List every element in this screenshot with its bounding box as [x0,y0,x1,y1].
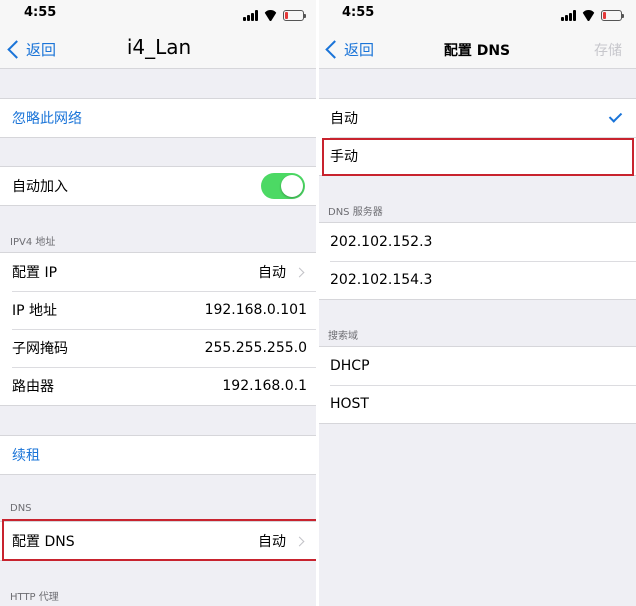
chevron-right-icon [294,267,305,277]
chevron-right-icon [294,536,305,546]
battery-icon [601,10,624,21]
router-value: 192.168.0.1 [222,378,307,394]
search-domain-row[interactable]: DHCP [318,347,636,385]
battery-icon [283,10,306,21]
forget-network-group: 忽略此网络 [0,98,318,138]
toggle-knob [281,175,303,197]
subnet-mask-value: 255.255.255.0 [204,340,307,356]
forget-network-button[interactable]: 忽略此网络 [0,99,318,137]
dns-group: 配置 DNS 自动 [0,521,318,561]
status-time: 4:55 [342,5,375,20]
status-time: 4:55 [24,5,57,20]
http-proxy-section-header: HTTP 代理 [10,592,59,603]
configure-ip-value: 自动 [258,265,286,281]
dns-mode-manual[interactable]: 手动 [318,137,636,175]
search-domains-section-header: 搜索域 [328,331,358,342]
signal-icon [243,10,258,21]
status-bar: 4:55 [318,0,636,28]
auto-join-group: 自动加入 [0,166,318,206]
wifi-icon [581,10,596,21]
network-title: i4_Lan [126,35,192,59]
status-bar: 4:55 [0,0,318,28]
dns-mode-automatic-label: 自动 [330,111,358,127]
subnet-mask-row: 子网掩码 255.255.255.0 [0,329,318,367]
configure-dns-row[interactable]: 配置 DNS 自动 [0,522,318,560]
configure-dns-value: 自动 [258,534,286,550]
configure-ip-row[interactable]: 配置 IP 自动 [0,253,318,291]
configure-ip-label: 配置 IP [12,265,58,281]
renew-lease-label: 续租 [12,448,40,464]
router-label: 路由器 [12,379,54,395]
forget-network-label: 忽略此网络 [12,111,82,127]
ip-address-value: 192.168.0.101 [204,302,307,318]
router-row: 路由器 192.168.0.1 [0,367,318,405]
dns-server-value: 202.102.154.3 [330,272,433,288]
wifi-icon [263,10,278,21]
wifi-detail-screen: 4:55 返回 i4_Lan 忽略此网络 自动加入 IPV4 地址 配置 IP … [0,0,318,606]
ip-address-row: IP 地址 192.168.0.101 [0,291,318,329]
renew-lease-group: 续租 [0,435,318,475]
signal-icon [561,10,576,21]
renew-lease-button[interactable]: 续租 [0,436,318,474]
dns-servers-section-header: DNS 服务器 [328,207,383,218]
dns-mode-automatic[interactable]: 自动 [318,99,636,137]
auto-join-label: 自动加入 [12,179,68,195]
auto-join-row: 自动加入 [0,167,318,205]
save-button[interactable]: 存储 [594,40,622,60]
dns-section-header: DNS [10,503,32,514]
search-domain-row[interactable]: HOST [318,385,636,423]
configure-dns-label: 配置 DNS [12,534,75,550]
nav-bar: 返回 i4_Lan [0,28,318,69]
configure-dns-screen: 4:55 返回 配置 DNS 存储 自动 手动 DNS 服务器 202.102.… [318,0,636,606]
dns-mode-group: 自动 手动 [318,98,636,176]
dns-servers-group: 202.102.152.3 202.102.154.3 [318,222,636,300]
ip-address-label: IP 地址 [12,303,58,319]
nav-bar: 返回 配置 DNS 存储 [318,28,636,69]
panel-divider [316,0,319,606]
dns-server-row[interactable]: 202.102.154.3 [318,261,636,299]
ipv4-section-header: IPV4 地址 [10,237,56,248]
search-domain-value: DHCP [330,358,370,374]
status-icons [243,9,306,21]
dns-server-value: 202.102.152.3 [330,234,433,250]
search-domain-value: HOST [330,396,369,412]
dns-mode-manual-label: 手动 [330,149,358,165]
dns-server-row[interactable]: 202.102.152.3 [318,223,636,261]
search-domains-group: DHCP HOST [318,346,636,424]
subnet-mask-label: 子网掩码 [12,341,68,357]
screen-title: 配置 DNS [443,43,511,59]
ipv4-group: 配置 IP 自动 IP 地址 192.168.0.101 子网掩码 255.25… [0,252,318,406]
auto-join-toggle[interactable] [261,173,305,199]
status-icons [561,9,624,21]
